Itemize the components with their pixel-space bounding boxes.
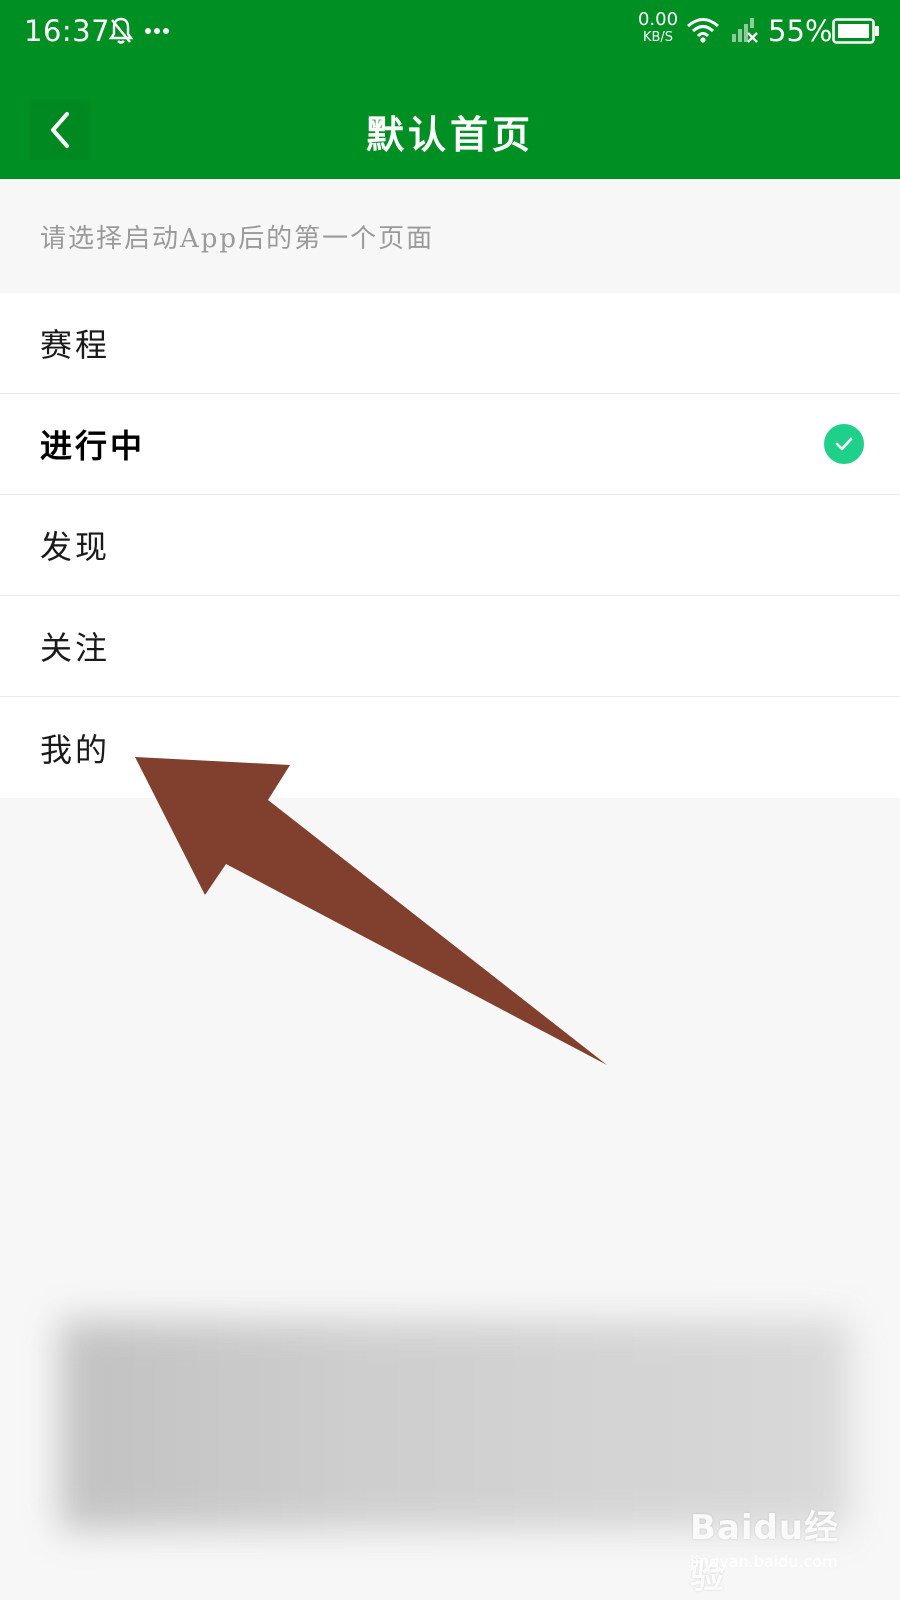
option-label: 关注	[40, 629, 111, 667]
blurred-ad-banner	[60, 1320, 850, 1530]
signal-icon	[732, 18, 758, 43]
watermark-main: Baidu经验	[690, 1508, 840, 1597]
app-header: 16:37 0.00 KB/S 55% 默认首页	[0, 0, 900, 179]
watermark-sub: jingyan.baidu.com	[690, 1552, 838, 1571]
check-icon	[824, 424, 864, 464]
homepage-options-list: 赛程 进行中 发现 关注 我的	[0, 293, 900, 798]
wifi-icon	[687, 18, 719, 43]
option-schedule[interactable]: 赛程	[0, 293, 900, 394]
option-mine[interactable]: 我的	[0, 697, 900, 798]
battery-icon	[832, 18, 879, 44]
status-bar: 16:37 0.00 KB/S 55%	[0, 0, 900, 64]
option-in-progress[interactable]: 进行中	[0, 394, 900, 495]
option-label: 发现	[40, 528, 111, 566]
more-dots-icon	[145, 28, 169, 34]
option-label: 进行中	[40, 427, 146, 465]
net-speed: 0.00 KB/S	[636, 9, 680, 45]
net-speed-value: 0.00	[637, 9, 679, 30]
hint-text: 请选择启动App后的第一个页面	[40, 224, 435, 254]
option-label: 我的	[40, 730, 111, 769]
baidu-watermark: Baidu经验 jingyan.baidu.com	[690, 1500, 870, 1597]
option-discover[interactable]: 发现	[0, 495, 900, 596]
net-speed-unit: KB/S	[642, 30, 674, 45]
battery-percent: 55%	[768, 14, 833, 48]
option-follow[interactable]: 关注	[0, 596, 900, 697]
option-label: 赛程	[40, 326, 111, 364]
status-time: 16:37	[24, 14, 111, 48]
bell-off-icon	[108, 17, 134, 44]
page-title: 默认首页	[365, 112, 534, 157]
